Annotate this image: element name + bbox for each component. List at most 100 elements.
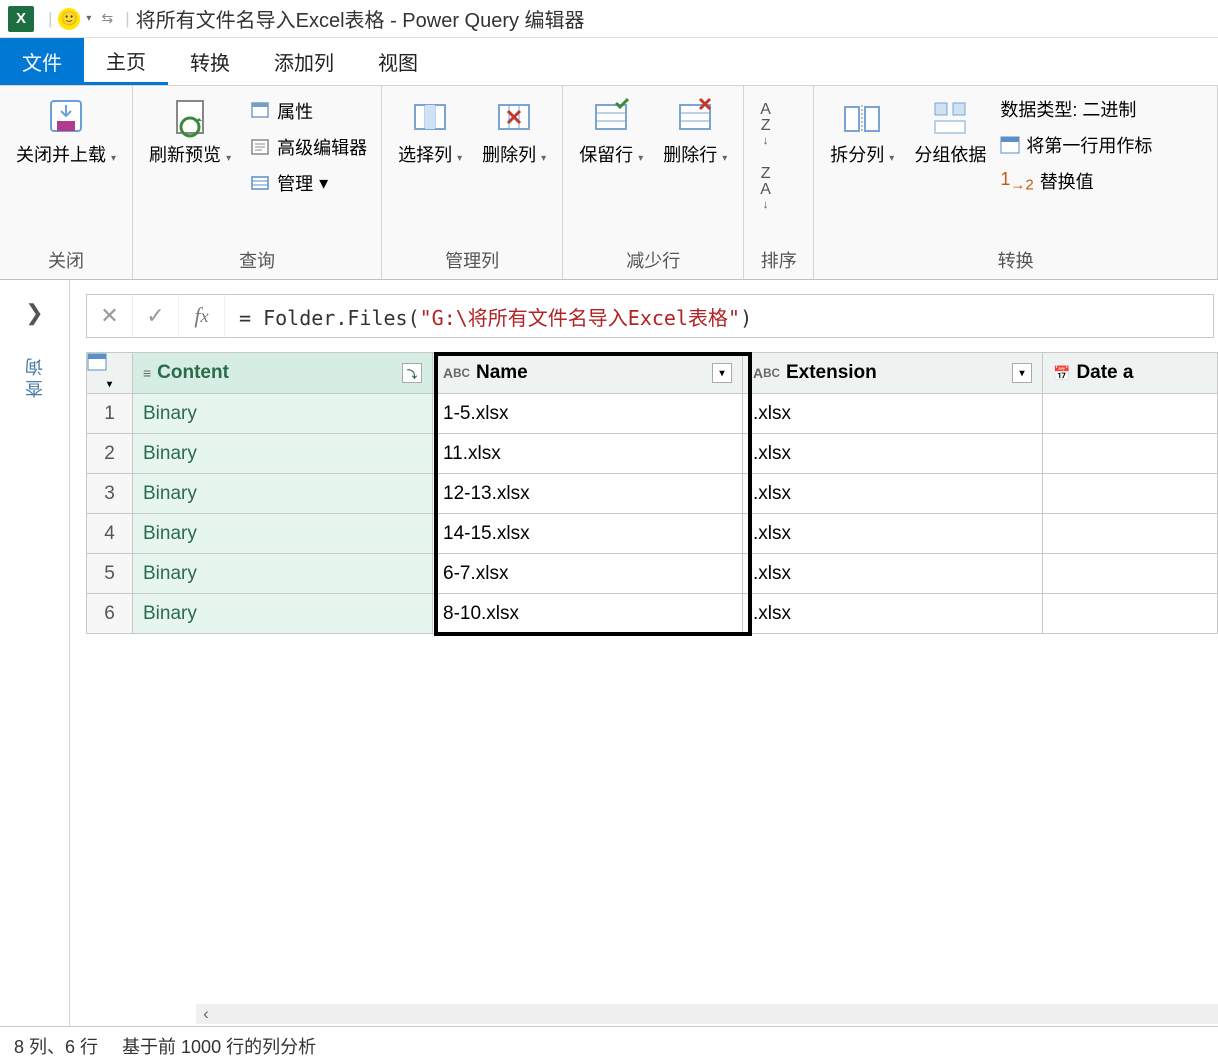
group-close: 关闭并上载 ▾ 关闭 [0,86,133,279]
sort-asc-button[interactable]: AZ↓ [760,102,771,146]
cell-name[interactable]: 14-15.xlsx [433,514,743,554]
group-reduce-rows-label: 减少行 [573,243,733,277]
cell-extension[interactable]: .xlsx [743,594,1043,634]
keep-rows-button[interactable]: 保留行 ▾ [573,92,649,171]
cell-content[interactable]: Binary [133,474,433,514]
cell-content[interactable]: Binary [133,514,433,554]
group-by-button[interactable]: 分组依据 [908,92,992,171]
cell-name[interactable]: 1-5.xlsx [433,394,743,434]
separator: | [48,9,52,29]
tab-add-column[interactable]: 添加列 [252,38,356,85]
row-number: 5 [87,554,133,594]
text-type-icon: ABC [443,365,470,381]
formula-cancel-button[interactable]: ✕ [87,295,133,337]
sort-desc-button[interactable]: ZA↓ [760,166,771,210]
qat-dropdown-icon[interactable]: ▾ [86,13,91,24]
formula-accept-button[interactable]: ✓ [133,295,179,337]
cell-date[interactable] [1043,554,1218,594]
column-header-extension[interactable]: ABCExtension▾ [743,353,1043,394]
filter-icon[interactable]: ▾ [1012,363,1032,383]
cell-content[interactable]: Binary [133,594,433,634]
ribbon-tabs: 文件 主页 转换 添加列 视图 [0,38,1218,86]
properties-button[interactable]: 属性 [245,96,371,126]
keep-rows-label: 保留行 [579,145,633,165]
replace-icon: 1→2 [1000,169,1033,194]
group-reduce-rows: 保留行 ▾ 删除行 ▾ 减少行 [563,86,744,279]
row-number: 2 [87,434,133,474]
expand-queries-button[interactable]: ❯ [25,300,43,326]
choose-columns-button[interactable]: 选择列 ▾ [392,92,468,171]
column-header-date[interactable]: 📅Date a [1043,353,1218,394]
column-header-content[interactable]: ≡Content⤵ [133,353,433,394]
group-transform: 拆分列 ▾ 分组依据 数据类型: 二进制 将第一行用作标 1→2 替换值 [814,86,1218,279]
row-number: 4 [87,514,133,554]
row-number: 3 [87,474,133,514]
tab-file[interactable]: 文件 [0,38,84,85]
filter-icon[interactable]: ▾ [712,363,732,383]
expand-icon[interactable]: ⤵ [402,363,422,383]
tab-view[interactable]: 视图 [356,38,440,85]
choose-columns-icon [408,96,452,140]
table-row[interactable]: 1Binary1-5.xlsx.xlsx [87,394,1218,434]
status-cols-rows: 8 列、6 行 [14,1033,98,1059]
cell-extension[interactable]: .xlsx [743,554,1043,594]
formula-text[interactable]: = Folder.Files("G:\将所有文件名导入Excel表格") [225,302,1213,331]
group-manage-columns-label: 管理列 [392,243,552,277]
cell-name[interactable]: 8-10.xlsx [433,594,743,634]
cell-name[interactable]: 12-13.xlsx [433,474,743,514]
cell-extension[interactable]: .xlsx [743,434,1043,474]
data-grid[interactable]: ▾ ≡Content⤵ ABCName▾ ABCExtension▾ 📅Date… [86,352,1218,634]
cell-extension[interactable]: .xlsx [743,514,1043,554]
cell-date[interactable] [1043,434,1218,474]
remove-rows-label: 删除行 [663,145,717,165]
cell-content[interactable]: Binary [133,434,433,474]
cell-date[interactable] [1043,474,1218,514]
split-column-button[interactable]: 拆分列 ▾ [824,92,900,171]
manage-label: 管理 [277,170,313,196]
table-row[interactable]: 3Binary12-13.xlsx.xlsx [87,474,1218,514]
group-transform-label: 转换 [824,243,1207,277]
split-column-icon [840,96,884,140]
text-type-icon: ABC [753,365,780,381]
group-by-icon [928,96,972,140]
table-row[interactable]: 2Binary11.xlsx.xlsx [87,434,1218,474]
table-corner[interactable]: ▾ [87,353,133,394]
refresh-preview-button[interactable]: 刷新预览 ▾ [143,92,237,171]
cell-content[interactable]: Binary [133,394,433,434]
tab-transform[interactable]: 转换 [168,38,252,85]
close-load-button[interactable]: 关闭并上载 ▾ [10,92,122,171]
cell-date[interactable] [1043,514,1218,554]
smiley-icon[interactable]: 🙂 [58,8,80,30]
remove-rows-button[interactable]: 删除行 ▾ [657,92,733,171]
keep-rows-icon [589,96,633,140]
cell-extension[interactable]: .xlsx [743,394,1043,434]
first-row-header-button[interactable]: 将第一行用作标 [1000,132,1180,158]
column-header-name[interactable]: ABCName▾ [433,353,743,394]
cell-extension[interactable]: .xlsx [743,474,1043,514]
advanced-editor-button[interactable]: 高级编辑器 [245,132,371,162]
cell-content[interactable]: Binary [133,554,433,594]
manage-icon [249,172,271,194]
split-column-label: 拆分列 [830,145,884,165]
row-number: 6 [87,594,133,634]
manage-button[interactable]: 管理 ▾ [245,168,371,198]
group-close-label: 关闭 [10,243,122,277]
remove-columns-button[interactable]: 删除列 ▾ [476,92,552,171]
data-type-button[interactable]: 数据类型: 二进制 [1000,96,1180,122]
tab-home[interactable]: 主页 [84,38,168,85]
queries-label: 查询 [22,354,48,398]
cell-name[interactable]: 6-7.xlsx [433,554,743,594]
replace-values-button[interactable]: 1→2 替换值 [1000,168,1180,194]
cell-name[interactable]: 11.xlsx [433,434,743,474]
fx-icon[interactable]: fx [179,295,225,337]
cell-date[interactable] [1043,594,1218,634]
horizontal-scrollbar[interactable]: ‹ [196,1004,1218,1024]
title-bar: X | 🙂 ▾ ⇆ | 将所有文件名导入Excel表格 - Power Quer… [0,0,1218,38]
remove-columns-label: 删除列 [482,145,536,165]
cell-date[interactable] [1043,394,1218,434]
table-row[interactable]: 6Binary8-10.xlsx.xlsx [87,594,1218,634]
window-title: 将所有文件名导入Excel表格 - Power Query 编辑器 [136,4,585,33]
table-row[interactable]: 5Binary6-7.xlsx.xlsx [87,554,1218,594]
group-manage-columns: 选择列 ▾ 删除列 ▾ 管理列 [382,86,563,279]
table-row[interactable]: 4Binary14-15.xlsx.xlsx [87,514,1218,554]
